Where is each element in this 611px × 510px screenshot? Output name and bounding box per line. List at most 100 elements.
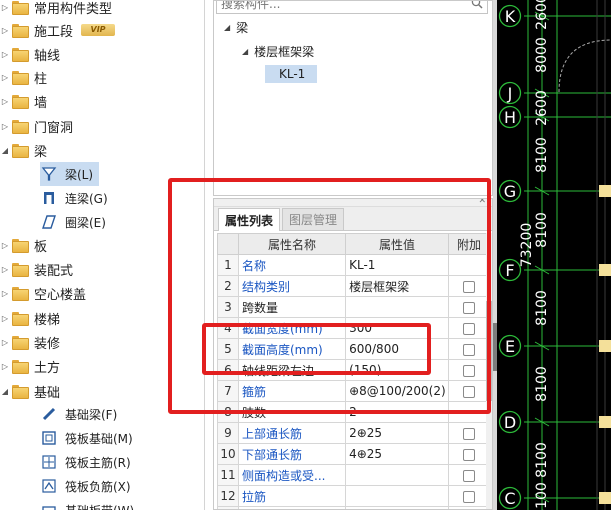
nav-item[interactable]: ▷ 装配式: [0, 258, 73, 280]
nav-item[interactable]: ▷ 柱: [0, 66, 47, 88]
nav-item[interactable]: ▷ 轴线: [0, 43, 60, 65]
nav-item[interactable]: ▷ 施工段 VIP: [0, 19, 116, 41]
property-value[interactable]: KL-1: [345, 254, 450, 276]
property-value[interactable]: 2⊕25: [345, 422, 450, 444]
expand-arrow-icon[interactable]: ▷: [0, 50, 10, 59]
table-row[interactable]: 1 名称 KL-1: [217, 254, 490, 276]
property-name: 名称: [237, 254, 347, 276]
table-row[interactable]: 4 截面宽度(mm) 300: [217, 317, 490, 339]
expand-arrow-icon[interactable]: ▷: [0, 73, 10, 82]
attach-checkbox[interactable]: [463, 343, 475, 356]
nav-item[interactable]: ▷ 装修: [0, 331, 60, 353]
table-row[interactable]: 8 肢数 2: [217, 401, 490, 423]
nav-item[interactable]: ▷ 空心楼盖: [0, 282, 86, 304]
cad-drawing: K JH G F E D C 2600 8000 2600 8100 8100 8100 8100 8100…: [498, 0, 611, 510]
table-row[interactable]: 7 箍筋 ⊕8@100/200(2): [217, 380, 490, 402]
tree-node-beam[interactable]: ◢ 梁: [224, 19, 248, 36]
property-name: 轴线距梁左边...: [237, 359, 347, 381]
property-value[interactable]: ⊕8@100/200(2): [345, 380, 450, 402]
folder-icon: [12, 360, 29, 374]
nav-sub-item[interactable]: 梁(L): [40, 162, 100, 186]
property-value[interactable]: [345, 464, 450, 486]
attach-checkbox[interactable]: [463, 427, 475, 440]
nav-item[interactable]: ◢ 基础: [0, 380, 60, 402]
table-row[interactable]: 6 轴线距梁左边... (150): [217, 359, 490, 381]
nav-item-label: 楼梯: [34, 312, 61, 328]
attach-checkbox[interactable]: [463, 322, 475, 335]
property-value[interactable]: [345, 485, 450, 507]
nav-item[interactable]: ◢ 梁: [0, 139, 47, 161]
column-header-value: 属性值: [345, 233, 450, 255]
expand-arrow-icon[interactable]: ▷: [0, 122, 10, 131]
nav-item-label: 空心楼盖: [34, 287, 87, 303]
attach-checkbox[interactable]: [463, 364, 475, 377]
expand-arrow-icon[interactable]: ▷: [0, 289, 10, 298]
table-row[interactable]: 9 上部通长筋 2⊕25: [217, 422, 490, 444]
nav-sub-item[interactable]: 基础板带(W): [40, 498, 140, 510]
attach-checkbox[interactable]: [463, 280, 475, 293]
table-row[interactable]: 12 拉筋: [217, 485, 490, 507]
table-row[interactable]: 11 侧面构造或受...: [217, 464, 490, 486]
attach-checkbox[interactable]: [463, 490, 475, 503]
nav-sub-item[interactable]: 筏板基础(M): [40, 426, 139, 450]
expand-arrow-icon[interactable]: ▷: [0, 265, 10, 274]
property-name: 截面宽度(mm): [237, 317, 347, 339]
expand-arrow-icon[interactable]: ▷: [0, 338, 10, 347]
nav-item[interactable]: ▷ 常用构件类型: [0, 0, 112, 18]
folder-icon: [12, 263, 29, 277]
scrollbar-thumb[interactable]: [486, 301, 492, 401]
property-value[interactable]: [345, 296, 450, 318]
attach-checkbox[interactable]: [463, 448, 475, 461]
pin-icon[interactable]: ✕: [478, 199, 486, 206]
nav-sub-item[interactable]: 基础梁(F): [40, 402, 123, 426]
expand-triangle-icon[interactable]: ◢: [242, 47, 248, 56]
nav-sub-item[interactable]: 圈梁(E): [40, 210, 112, 234]
tab-property-list[interactable]: 属性列表: [218, 208, 281, 231]
property-value[interactable]: 300: [345, 317, 450, 339]
property-value[interactable]: 2: [345, 401, 450, 423]
property-value[interactable]: 4⊕25: [345, 443, 450, 465]
property-value[interactable]: 楼层框架梁: [345, 275, 450, 297]
property-name: 侧面构造或受...: [237, 464, 347, 486]
nav-sub-item[interactable]: 筏板负筋(X): [40, 474, 137, 498]
table-row[interactable]: 3 跨数量: [217, 296, 490, 318]
table-row[interactable]: 13定额类别: [217, 506, 490, 509]
expand-arrow-icon[interactable]: ▷: [0, 362, 10, 371]
attach-checkbox[interactable]: [463, 301, 475, 314]
nav-sub-item-label: 筏板负筋(X): [65, 479, 131, 494]
expand-arrow-icon[interactable]: ▷: [0, 26, 10, 35]
nav-item[interactable]: ▷ 门窗洞: [0, 115, 73, 137]
expand-arrow-icon[interactable]: ▷: [0, 314, 10, 323]
attach-checkbox[interactable]: [463, 385, 475, 398]
drawing-canvas[interactable]: K J H G F E D C 2600 8000 2600 8100 8100 8100 8100 8100…: [497, 0, 611, 510]
tree-node-floor-frame-beam[interactable]: ◢ 楼层框架梁: [242, 43, 314, 60]
expand-arrow-icon[interactable]: ▷: [0, 97, 10, 106]
nav-item[interactable]: ▷ 板: [0, 234, 47, 256]
vertical-scrollbar[interactable]: [486, 233, 492, 509]
nav-item[interactable]: ▷ 楼梯: [0, 307, 60, 329]
property-value[interactable]: (150): [345, 359, 450, 381]
expand-triangle-icon[interactable]: ◢: [224, 23, 230, 32]
collapse-arrow-icon[interactable]: ◢: [0, 146, 10, 155]
nav-sub-item[interactable]: 筏板主筋(R): [40, 450, 137, 474]
raft-foundation-icon: [40, 429, 58, 447]
property-value[interactable]: [345, 506, 450, 509]
tab-layer-management[interactable]: 图层管理: [282, 208, 345, 230]
nav-sub-item-label: 基础板带(W): [65, 502, 134, 510]
nav-sub-item-label: 基础梁(F): [65, 407, 118, 422]
search-icon[interactable]: [471, 0, 483, 9]
table-row[interactable]: 5 截面高度(mm) 600/800: [217, 338, 490, 360]
expand-arrow-icon[interactable]: ▷: [0, 3, 10, 12]
attach-checkbox[interactable]: [463, 469, 475, 482]
search-input[interactable]: [221, 1, 451, 11]
nav-item[interactable]: ▷ 墙: [0, 90, 47, 112]
property-value[interactable]: 600/800: [345, 338, 450, 360]
collapse-arrow-icon[interactable]: ◢: [0, 387, 10, 396]
nav-item[interactable]: ▷ 土方: [0, 355, 60, 377]
table-row[interactable]: 2 结构类别 楼层框架梁: [217, 275, 490, 297]
search-box[interactable]: [216, 0, 488, 14]
tree-node-kl1[interactable]: KL-1: [265, 65, 318, 83]
table-row[interactable]: 10 下部通长筋 4⊕25: [217, 443, 490, 465]
nav-sub-item[interactable]: 连梁(G): [40, 186, 114, 210]
expand-arrow-icon[interactable]: ▷: [0, 241, 10, 250]
